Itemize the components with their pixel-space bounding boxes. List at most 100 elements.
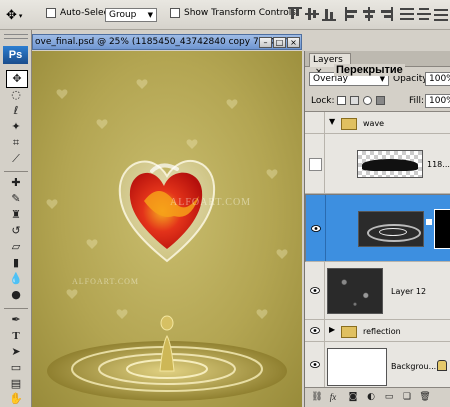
layer-row[interactable]: Layer 12	[305, 262, 450, 320]
adjustment-layer-icon[interactable]: ◐	[365, 392, 377, 403]
layer-thumbnail	[327, 268, 383, 314]
eye-icon[interactable]	[310, 361, 320, 368]
layer-row[interactable]: 118...	[305, 134, 450, 194]
new-layer-icon[interactable]: ❏	[401, 392, 413, 403]
canvas-artwork	[46, 79, 288, 401]
hand-tool-icon[interactable]: ✋	[8, 392, 24, 406]
path-selection-icon[interactable]: ➤	[8, 345, 24, 359]
align-hcenter-icon[interactable]	[362, 7, 376, 21]
layer-name: Layer 12	[391, 287, 427, 296]
document-title: ove_final.psd @ 25% (1185450_43742840 co…	[35, 37, 297, 47]
show-transform-label: Show Transform Controls	[184, 8, 296, 18]
link-layers-icon[interactable]: ⛓	[311, 392, 323, 403]
opacity-value: 100%	[429, 74, 450, 84]
align-right-icon[interactable]	[379, 7, 393, 21]
blur-tool-icon[interactable]: 💧	[8, 272, 24, 286]
document-window: ove_final.psd @ 25% (1185450_43742840 co…	[32, 30, 304, 407]
lock-image-icon[interactable]	[350, 96, 359, 105]
lock-all-icon[interactable]	[376, 96, 385, 105]
align-left-icon[interactable]	[345, 7, 359, 21]
toolbox-grip[interactable]	[4, 34, 28, 39]
move-tool-icon[interactable]: ✥	[6, 70, 28, 88]
layer-row-background[interactable]: Backgrou...	[305, 342, 450, 387]
layer-thumbnail	[327, 348, 387, 386]
marquee-tool-icon[interactable]: ◌	[8, 88, 24, 102]
auto-select-value: Group	[109, 10, 137, 20]
show-transform-check[interactable]	[170, 8, 180, 18]
pen-tool-icon[interactable]: ✒	[8, 313, 24, 327]
auto-select-check[interactable]	[46, 8, 56, 18]
show-transform-checkbox[interactable]: Show Transform Controls	[170, 8, 296, 18]
layer-thumbnail	[358, 211, 424, 247]
expand-icon[interactable]: ▶	[329, 325, 335, 334]
align-top-icon[interactable]	[288, 7, 302, 21]
eye-icon[interactable]	[310, 327, 320, 334]
fill-label: Fill:	[409, 96, 425, 106]
chevron-down-icon: ▼	[147, 11, 153, 19]
healing-brush-icon[interactable]: ✚	[8, 176, 24, 190]
chevron-down-icon: ▾	[18, 11, 23, 20]
eye-icon[interactable]	[310, 287, 320, 294]
lock-transparency-icon[interactable]	[337, 96, 346, 105]
lasso-tool-icon[interactable]: ℓ	[8, 104, 24, 118]
visibility-toggle[interactable]	[309, 158, 322, 171]
brush-tool-icon[interactable]: ✎	[8, 192, 24, 206]
eraser-tool-icon[interactable]: ▱	[8, 240, 24, 254]
crop-tool-icon[interactable]: ⌗	[8, 136, 24, 150]
distribute-top-icon[interactable]	[400, 7, 414, 21]
layer-style-icon[interactable]: fx	[327, 392, 339, 403]
opacity-field[interactable]: 100%	[425, 72, 450, 86]
minimize-button[interactable]: –	[259, 37, 272, 48]
history-brush-icon[interactable]: ↺	[8, 224, 24, 238]
layers-panel-footer: ⛓ fx ◙ ◐ ▭ ❏ 🗑	[305, 387, 450, 407]
layer-group-reflection[interactable]: ▶ reflection	[305, 320, 450, 342]
magic-wand-icon[interactable]: ✦	[8, 120, 24, 134]
layer-name: Backgrou...	[391, 362, 437, 371]
document-title-bar[interactable]: ove_final.psd @ 25% (1185450_43742840 co…	[32, 34, 302, 50]
add-mask-icon[interactable]: ◙	[347, 392, 359, 403]
watermark: ALFOART.COM	[170, 197, 252, 208]
folder-icon	[341, 118, 357, 130]
fill-value: 100%	[429, 96, 450, 106]
distribute-center-icon[interactable]	[417, 7, 431, 21]
layer-row-selected[interactable]	[305, 194, 450, 262]
clone-stamp-icon[interactable]: ♜	[8, 208, 24, 222]
document-canvas[interactable]: ALFOART.COM ALFOART.COM	[32, 51, 302, 407]
layer-mask-thumbnail[interactable]	[434, 209, 450, 249]
type-tool-icon[interactable]: T	[8, 329, 24, 343]
delete-layer-icon[interactable]: 🗑	[419, 392, 431, 403]
fill-field[interactable]: 100%	[425, 94, 450, 108]
collapse-icon[interactable]: ▼	[329, 117, 335, 126]
shape-tool-icon[interactable]: ▭	[8, 361, 24, 375]
auto-select-dropdown[interactable]: Group ▼	[105, 8, 157, 22]
close-button[interactable]: ×	[287, 37, 300, 48]
chain-link-icon[interactable]	[426, 219, 432, 225]
dodge-tool-icon[interactable]: ●	[8, 288, 24, 302]
notes-tool-icon[interactable]: ▤	[8, 377, 24, 391]
layer-list: ▼ wave 118... Layer 12 ▶ reflection Back…	[305, 111, 450, 387]
layer-name: 118...	[427, 160, 450, 169]
options-bar: ✥ ▾ Auto-Select: Group ▼ Show Transform C…	[0, 0, 450, 30]
lock-label: Lock:	[311, 96, 335, 106]
chevron-down-icon: ▼	[379, 75, 385, 83]
folder-icon	[341, 326, 357, 338]
distribute-bottom-icon[interactable]	[434, 7, 448, 21]
annotation-label: Перекрытие	[334, 64, 405, 76]
align-vcenter-icon[interactable]	[305, 7, 319, 21]
align-bottom-icon[interactable]	[322, 7, 336, 21]
layer-name: reflection	[363, 327, 401, 336]
layer-group-wave[interactable]: ▼ wave	[305, 112, 450, 134]
move-icon: ✥	[6, 8, 17, 23]
slice-tool-icon[interactable]: ⟋	[8, 152, 24, 166]
gradient-tool-icon[interactable]: ▮	[8, 256, 24, 270]
lock-row: Lock: Fill: 100%	[305, 92, 450, 110]
move-tool-preset[interactable]: ✥ ▾	[6, 8, 22, 23]
new-group-icon[interactable]: ▭	[383, 392, 395, 403]
layer-thumbnail	[357, 150, 423, 178]
lock-icon	[437, 360, 447, 371]
layers-panel: Layers × Overlay ▼ Opacity: 100% Lock: F…	[304, 51, 450, 407]
eye-icon[interactable]	[311, 225, 321, 232]
maximize-button[interactable]: □	[273, 37, 286, 48]
layer-name: wave	[363, 119, 385, 128]
lock-position-icon[interactable]	[363, 96, 372, 105]
